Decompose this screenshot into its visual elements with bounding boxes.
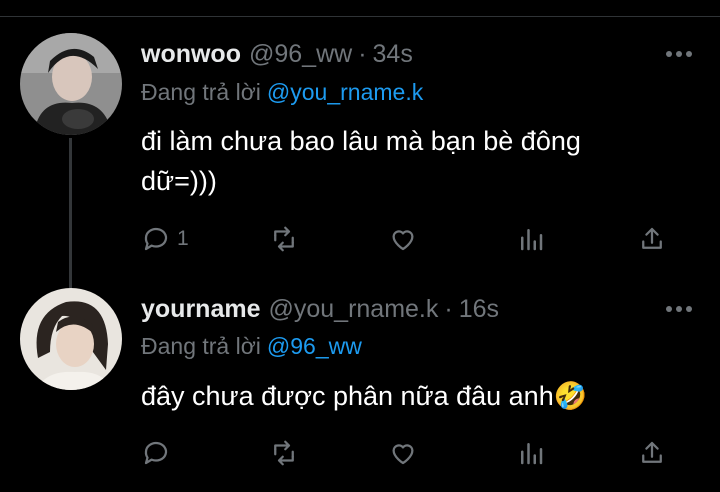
top-divider (0, 0, 720, 17)
reply-button[interactable]: 1 (141, 222, 189, 256)
share-button[interactable] (637, 222, 667, 256)
separator: · (358, 40, 367, 68)
reply-mention-link[interactable]: @you_rname.k (267, 79, 423, 105)
retweet-button[interactable] (269, 222, 305, 256)
heart-icon (392, 230, 414, 251)
heart-icon (392, 444, 414, 465)
retweet-button[interactable] (269, 436, 305, 470)
views-icon (521, 229, 543, 251)
author-name[interactable]: wonwoo (141, 40, 241, 69)
share-icon (642, 441, 662, 463)
replying-to: Đang trả lời @96_ww (141, 333, 362, 360)
avatar[interactable] (20, 288, 122, 390)
like-button[interactable] (388, 436, 424, 470)
share-button[interactable] (637, 436, 667, 470)
author-handle[interactable]: @you_rname.k (268, 295, 438, 324)
author-name[interactable]: yourname (141, 295, 260, 324)
views-button[interactable] (516, 222, 546, 256)
reply-icon (144, 227, 168, 251)
timestamp[interactable]: 34s (373, 40, 413, 69)
reply-mention-link[interactable]: @96_ww (267, 333, 362, 359)
retweet-icon (274, 440, 294, 466)
avatar[interactable] (20, 33, 122, 135)
views-icon (521, 443, 543, 465)
share-icon (642, 227, 662, 249)
reply-count: 1 (177, 227, 189, 250)
replying-to: Đang trả lời @you_rname.k (141, 79, 423, 106)
reply-icon (144, 441, 168, 465)
more-icon[interactable] (666, 50, 692, 58)
more-icon[interactable] (666, 305, 692, 313)
thread-connector (69, 138, 72, 288)
reply-button[interactable] (141, 436, 177, 470)
retweet-icon (274, 226, 294, 252)
action-bar (141, 436, 681, 470)
replying-prefix: Đang trả lời (141, 79, 261, 105)
views-button[interactable] (516, 436, 546, 470)
author-handle[interactable]: @96_ww (249, 40, 352, 69)
action-bar: 1 (141, 222, 681, 256)
separator: · (444, 295, 453, 323)
like-button[interactable] (388, 222, 424, 256)
tweet-text: đi làm chưa bao lâu mà bạn bè đông dữ=))… (141, 126, 581, 196)
replying-prefix: Đang trả lời (141, 333, 261, 359)
tweet-text: đây chưa được phân nữa đâu anh🤣 (141, 381, 588, 411)
timestamp[interactable]: 16s (459, 295, 499, 324)
